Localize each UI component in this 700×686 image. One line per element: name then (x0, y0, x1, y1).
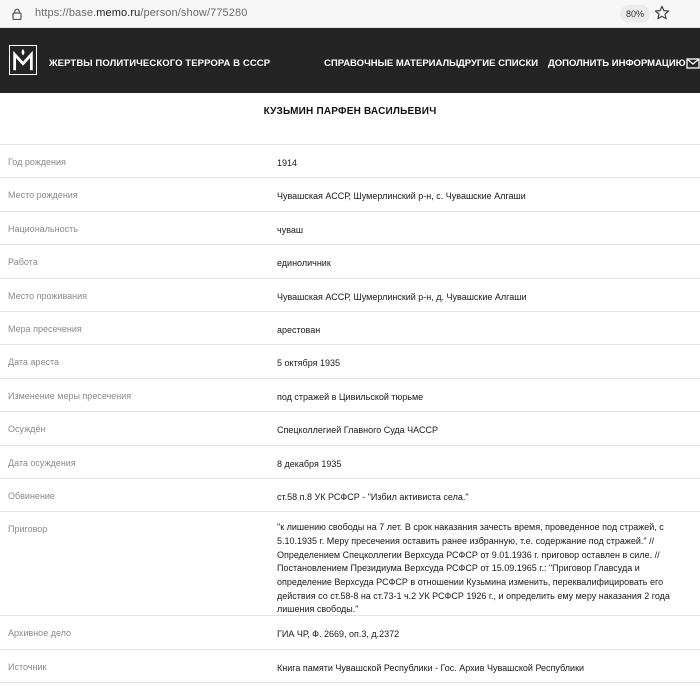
field-label: Место проживания (8, 290, 88, 301)
field-value: под стражей в Цивильской тюрьме (277, 391, 424, 402)
field-label: Изменение меры пресечения (8, 390, 132, 401)
mail-icon[interactable] (686, 58, 700, 69)
field-value: 8 декабря 1935 (277, 458, 342, 469)
person-name-heading: КУЗЬМИН ПАРФЕН ВАСИЛЬЕВИЧ (263, 106, 437, 117)
field-value: 5 октября 1935 (277, 358, 340, 369)
table-row: Архивное дело ГИА ЧР, Ф. 2669, оп.3, д.2… (0, 616, 700, 650)
table-row: Изменение меры пресечения под стражей в … (0, 379, 700, 413)
person-info-table: Год рождения 1914 Место рождения Чувашск… (0, 144, 700, 684)
field-value: Чувашская АССР, Шумерлинский р-н, с. Чув… (277, 191, 526, 202)
site-header: ЖЕРТВЫ ПОЛИТИЧЕСКОГО ТЕРРОРА В СССР СПРА… (0, 28, 700, 93)
field-label: Осуждён (8, 424, 46, 435)
field-value: Книга памяти Чувашской Республики - Гос.… (277, 662, 585, 673)
nav-reference-materials[interactable]: СПРАВОЧНЫЕ МАТЕРИАЛЫ (324, 58, 458, 69)
url-field[interactable]: https://base.memo.ru/person/show/775280 (35, 7, 247, 19)
url-path: /person/show/775280 (140, 7, 248, 19)
table-row: Дата ареста 5 октября 1935 (0, 345, 700, 379)
url-domain: memo.ru (96, 7, 141, 19)
field-label: Мера пресечения (8, 323, 82, 334)
site-title[interactable]: ЖЕРТВЫ ПОЛИТИЧЕСКОГО ТЕРРОРА В СССР (49, 58, 270, 69)
field-value: Спецколлегией Главного Суда ЧАССР (277, 425, 438, 436)
field-value: ст.58 п.8 УК РСФСР - "Избил активиста се… (277, 491, 469, 502)
field-value: ГИА ЧР, Ф. 2669, оп.3, д.2372 (277, 629, 400, 640)
field-label: Архивное дело (8, 628, 72, 639)
field-label: Работа (8, 257, 38, 268)
zoom-level-badge[interactable]: 80% (620, 5, 651, 23)
bookmark-star-icon[interactable] (653, 4, 671, 22)
table-row: Место проживания Чувашская АССР, Шумерли… (0, 279, 700, 312)
table-row: Год рождения 1914 (0, 145, 700, 179)
table-row: Национальность чуваш (0, 212, 700, 246)
field-label: Обвинение (8, 490, 55, 501)
field-value: Чувашская АССР, Шумерлинский р-н, д. Чув… (277, 291, 527, 302)
table-row: Обвинение ст.58 п.8 УК РСФСР - "Избил ак… (0, 479, 700, 513)
nav-add-information[interactable]: ДОПОЛНИТЬ ИНФОРМАЦИЮ (548, 58, 686, 69)
field-label: Приговор (8, 524, 48, 535)
table-row: Источник Книга памяти Чувашской Республи… (0, 650, 700, 684)
field-value: единоличник (277, 258, 331, 269)
memorial-logo-icon[interactable] (9, 45, 37, 75)
field-label: Год рождения (8, 157, 66, 167)
table-row: Мера пресечения арестован (0, 312, 700, 346)
field-value: чуваш (277, 224, 304, 235)
browser-address-bar: https://base.memo.ru/person/show/775280 … (0, 0, 700, 28)
table-row: Работа единоличник (0, 245, 700, 279)
field-label: Место рождения (8, 190, 78, 201)
url-prefix: https://base. (35, 7, 97, 19)
field-value: "к лишению свободы на 7 лет. В срок нака… (277, 522, 670, 615)
field-label: Национальность (8, 223, 78, 234)
lock-icon[interactable] (10, 8, 24, 20)
field-value: 1914 (277, 158, 298, 168)
field-value: арестован (277, 324, 321, 335)
table-row: Осуждён Спецколлегией Главного Суда ЧАСС… (0, 412, 700, 446)
table-row: Место рождения Чувашская АССР, Шумерлинс… (0, 178, 700, 212)
field-label: Дата ареста (8, 357, 59, 368)
table-row: Дата осуждения 8 декабря 1935 (0, 446, 700, 479)
nav-other-lists[interactable]: ДРУГИЕ СПИСКИ (458, 58, 538, 69)
field-label: Источник (8, 661, 47, 672)
table-row: Приговор "к лишению свободы на 7 лет. В … (0, 512, 700, 617)
field-label: Дата осуждения (8, 457, 76, 468)
